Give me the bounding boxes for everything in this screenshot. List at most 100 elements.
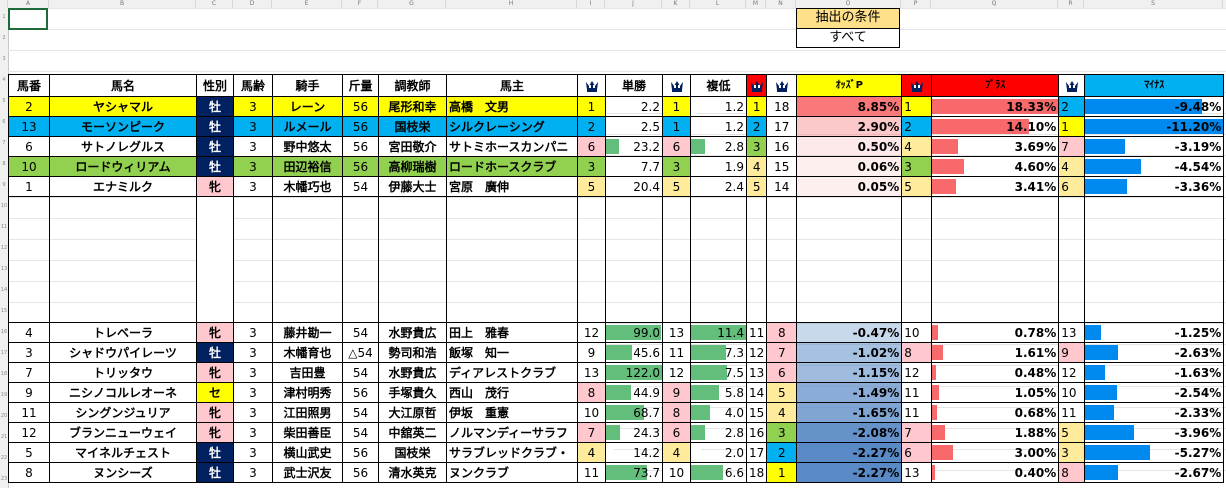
horse-sex[interactable]: 牡: [196, 442, 234, 463]
weight[interactable]: 54: [342, 322, 379, 343]
weight[interactable]: 54: [342, 402, 379, 423]
row-number[interactable]: 13: [0, 266, 8, 272]
weight[interactable]: 54: [342, 362, 379, 383]
win-odds[interactable]: 23.2: [605, 136, 663, 157]
blank-cell[interactable]: [378, 301, 447, 323]
trainer[interactable]: 大江原哲: [378, 402, 447, 423]
place-odds[interactable]: 2.4: [690, 176, 747, 197]
win-rank[interactable]: 1: [577, 96, 606, 117]
place-odds[interactable]: 7.3: [690, 342, 747, 363]
horse-number[interactable]: 8: [8, 462, 50, 483]
horse-name[interactable]: トレベーラ: [49, 322, 197, 343]
blank-cell[interactable]: [233, 259, 273, 281]
owner[interactable]: ノルマンディーサラフ: [446, 422, 578, 443]
minus[interactable]: -2.67%: [1084, 462, 1225, 483]
horse-sex[interactable]: 牡: [196, 96, 234, 117]
blank-cell[interactable]: [49, 301, 197, 323]
minus[interactable]: -3.19%: [1084, 136, 1225, 157]
plus[interactable]: 0.48%: [931, 362, 1060, 383]
blank-cell[interactable]: [446, 259, 578, 281]
horse-age[interactable]: 3: [233, 116, 273, 137]
plus[interactable]: 3.00%: [931, 442, 1060, 463]
win-odds[interactable]: 44.9: [605, 382, 663, 403]
blank-cell[interactable]: [662, 259, 691, 281]
place-odds[interactable]: 11.4: [690, 322, 747, 343]
plus[interactable]: 14.10%: [931, 116, 1060, 137]
minus[interactable]: -11.20%: [1084, 116, 1225, 137]
blank-cell[interactable]: [766, 301, 798, 323]
blank-cell[interactable]: [446, 280, 578, 302]
win-odds[interactable]: 68.7: [605, 402, 663, 423]
place-odds[interactable]: 2.8: [690, 136, 747, 157]
rank-a[interactable]: 15: [745, 402, 768, 423]
horse-age[interactable]: 3: [233, 342, 273, 363]
jockey[interactable]: 野中悠太: [272, 136, 343, 157]
blank-cell[interactable]: [745, 238, 768, 260]
rank-a[interactable]: 3: [745, 136, 768, 157]
plus-rank[interactable]: 2: [901, 116, 933, 137]
win-odds[interactable]: 20.4: [605, 176, 663, 197]
odds-p[interactable]: 0.06%: [796, 156, 903, 177]
minus-rank[interactable]: 13: [1058, 322, 1086, 343]
minus-rank[interactable]: 5: [1058, 422, 1086, 443]
blank-cell[interactable]: [49, 196, 197, 218]
horse-sex[interactable]: 牝: [196, 176, 234, 197]
jockey[interactable]: 武士沢友: [272, 462, 343, 483]
horse-age[interactable]: 3: [233, 402, 273, 423]
jockey[interactable]: 津村明秀: [272, 382, 343, 403]
blank-cell[interactable]: [1058, 217, 1086, 239]
horse-sex[interactable]: 牝: [196, 322, 234, 343]
blank-cell[interactable]: [690, 238, 747, 260]
plus[interactable]: 0.78%: [931, 322, 1060, 343]
horse-name[interactable]: サトノレグルス: [49, 136, 197, 157]
owner[interactable]: サトミホースカンパニ: [446, 136, 578, 157]
jockey[interactable]: 吉田豊: [272, 362, 343, 383]
win-odds[interactable]: 99.0: [605, 322, 663, 343]
minus[interactable]: -2.63%: [1084, 342, 1225, 363]
row-number[interactable]: 4: [0, 77, 8, 83]
horse-age[interactable]: 3: [233, 422, 273, 443]
blank-cell[interactable]: [766, 217, 798, 239]
plus[interactable]: 4.60%: [931, 156, 1060, 177]
column-letter[interactable]: O: [796, 0, 901, 8]
plus[interactable]: 0.68%: [931, 402, 1060, 423]
owner[interactable]: 伊坂 重憲: [446, 402, 578, 423]
win-rank[interactable]: 12: [577, 322, 606, 343]
win-odds[interactable]: 73.7: [605, 462, 663, 483]
owner[interactable]: 高橋 文男: [446, 96, 578, 117]
plus-rank[interactable]: 11: [901, 402, 933, 423]
win-rank[interactable]: 5: [577, 176, 606, 197]
place-odds[interactable]: 6.6: [690, 462, 747, 483]
odds-p[interactable]: -2.27%: [796, 442, 903, 463]
blank-cell[interactable]: [931, 259, 1060, 281]
trainer[interactable]: 伊藤大士: [378, 176, 447, 197]
minus[interactable]: -1.63%: [1084, 362, 1225, 383]
plus[interactable]: 0.40%: [931, 462, 1060, 483]
column-letter[interactable]: S: [1084, 0, 1223, 8]
blank-cell[interactable]: [8, 259, 50, 281]
blank-cell[interactable]: [605, 238, 663, 260]
weight[interactable]: 56: [342, 382, 379, 403]
blank-cell[interactable]: [378, 259, 447, 281]
horse-age[interactable]: 3: [233, 156, 273, 177]
place-rank[interactable]: 6: [662, 136, 691, 157]
row-number[interactable]: 15: [0, 308, 8, 314]
row-number[interactable]: 5: [0, 98, 8, 104]
horse-number[interactable]: 13: [8, 116, 50, 137]
blank-cell[interactable]: [605, 217, 663, 239]
horse-number[interactable]: 10: [8, 156, 50, 177]
row-number[interactable]: 8: [0, 161, 8, 167]
minus-rank[interactable]: 4: [1058, 156, 1086, 177]
win-rank[interactable]: 3: [577, 156, 606, 177]
blank-cell[interactable]: [378, 238, 447, 260]
column-letter[interactable]: P: [901, 0, 931, 8]
place-rank[interactable]: 1: [662, 116, 691, 137]
blank-cell[interactable]: [690, 259, 747, 281]
place-rank[interactable]: 9: [662, 382, 691, 403]
blank-cell[interactable]: [196, 259, 234, 281]
minus[interactable]: -2.54%: [1084, 382, 1225, 403]
odds-p[interactable]: 0.05%: [796, 176, 903, 197]
plus-rank[interactable]: 13: [901, 462, 933, 483]
rank-b[interactable]: 6: [766, 362, 798, 383]
row-number[interactable]: 17: [0, 350, 8, 356]
